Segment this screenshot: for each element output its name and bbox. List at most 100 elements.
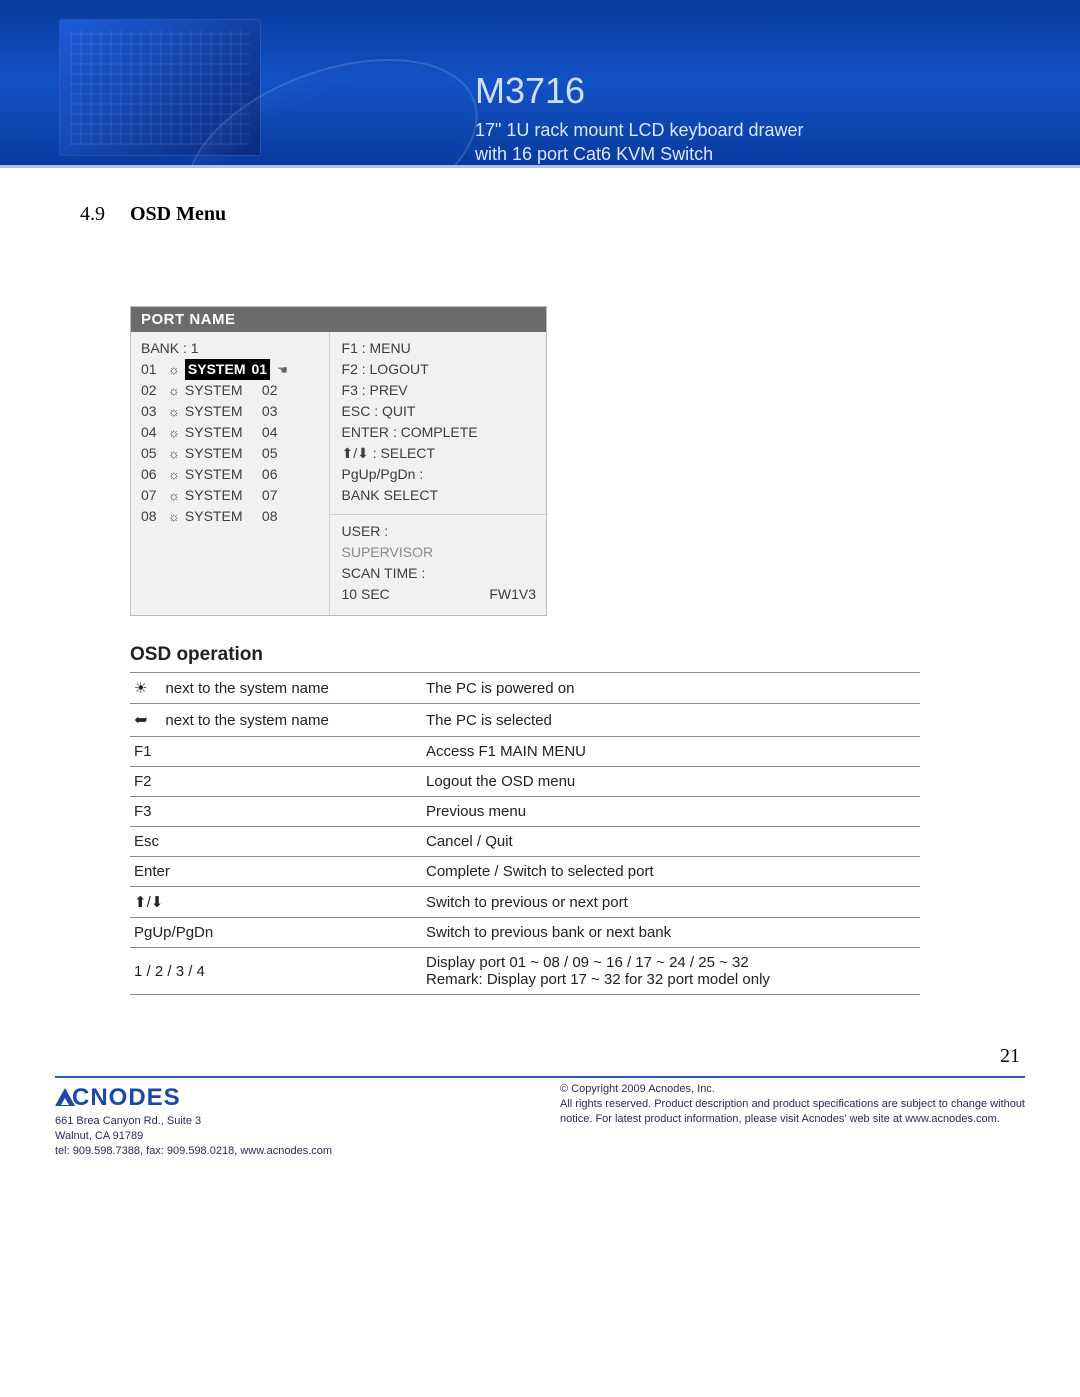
footer: CNODES 661 Brea Canyon Rd., Suite 3 Waln… [55,1076,1025,1159]
logo-text: CNODES [72,1084,181,1111]
operation-desc: Cancel / Quit [422,827,920,857]
osd-divider [330,514,548,515]
operation-key: 1 / 2 / 3 / 4 [130,948,422,995]
operation-key-text: PgUp/PgDn [134,924,213,941]
port-id: 07 [262,485,284,506]
sun-icon: ☼ [168,444,180,464]
port-number: 05 [141,443,163,464]
table-row: Esc Cancel / Quit [130,827,920,857]
logo-a-icon [55,1088,75,1106]
table-row: 1 / 2 / 3 / 4 Display port 01 ~ 08 / 09 ~… [130,948,920,995]
hand-icon: ☚ [277,361,288,379]
osd-help-line: F1 : MENU [342,338,536,359]
section-title: 4.9 OSD Menu [80,203,1000,226]
footer-legal: All rights reserved. Product description… [560,1097,1025,1127]
operation-key-text: F3 [134,803,152,820]
table-row: next to the system nameThe PC is selecte… [130,704,920,737]
osd-bank-label: BANK : 1 [141,338,321,359]
osd-help-line: BANK SELECT [342,485,536,506]
sun-icon: ☼ [168,402,180,422]
product-model: M3716 [475,70,804,112]
osd-help-line: F3 : PREV [342,380,536,401]
osd-port-row: 05☼SYSTEM05 [141,443,321,464]
operation-key: F2 [130,767,422,797]
osd-help-line: ESC : QUIT [342,401,536,422]
operation-key: PgUp/PgDn [130,918,422,948]
port-name: SYSTEM [185,443,257,464]
osd-user-value: SUPERVISOR [342,542,536,563]
port-id: 03 [262,401,284,422]
osd-help-line: ⬆/⬇ : SELECT [342,443,536,464]
port-name: SYSTEM [185,464,257,485]
operation-desc: Complete / Switch to selected port [422,857,920,887]
section-number: 4.9 [80,203,105,225]
osd-user-label: USER : [342,521,536,542]
operation-key-text: next to the system name [165,712,328,729]
footer-copyright: © Copyright 2009 Acnodes, Inc. [560,1082,1025,1097]
port-number: 08 [141,506,163,527]
section-name: OSD Menu [130,203,226,225]
operation-key-text: 1 / 2 / 3 / 4 [134,963,205,980]
product-subtitle-1: 17" 1U rack mount LCD keyboard drawer [475,118,804,142]
operation-key-text: F1 [134,743,152,760]
operation-desc: Access F1 MAIN MENU [422,737,920,767]
footer-address-1: 661 Brea Canyon Rd., Suite 3 [55,1114,520,1129]
sun-icon [134,680,147,697]
sun-icon: ☼ [168,507,180,527]
operation-key-text: Enter [134,863,170,880]
port-selected: SYSTEM01 [185,359,270,380]
port-number: 04 [141,422,163,443]
footer-contact: tel: 909.598.7388, fax: 909.598.0218, ww… [55,1144,520,1159]
port-number: 03 [141,401,163,422]
port-id: 02 [262,380,284,401]
arrow-up-down-icon: ⬆/⬇ [134,894,163,911]
port-id: 06 [262,464,284,485]
operation-key: next to the system name [130,704,422,737]
sun-icon: ☼ [168,423,180,443]
operation-key: F3 [130,797,422,827]
table-row: Enter Complete / Switch to selected port [130,857,920,887]
osd-port-list: BANK : 1 01☼SYSTEM01☚02☼SYSTEM0203☼SYSTE… [131,332,330,615]
operation-key: ⬆/⬇ [130,887,422,918]
osd-titlebar: PORT NAME [131,307,546,332]
operation-desc: Display port 01 ~ 08 / 09 ~ 16 / 17 ~ 24… [422,948,920,995]
operation-desc: The PC is powered on [422,673,920,704]
osd-firmware: FW1V3 [489,584,536,605]
osd-port-row: 04☼SYSTEM04 [141,422,321,443]
osd-help-line: F2 : LOGOUT [342,359,536,380]
port-name: SYSTEM [185,380,257,401]
operation-desc: Logout the OSD menu [422,767,920,797]
sun-icon: ☼ [168,465,180,485]
operation-key-text: Esc [134,833,159,850]
osd-port-row: 06☼SYSTEM06 [141,464,321,485]
page-number: 21 [0,1005,1080,1068]
port-number: 06 [141,464,163,485]
operation-key: Esc [130,827,422,857]
osd-port-row: 08☼SYSTEM08 [141,506,321,527]
operation-key-text: F2 [134,773,152,790]
sun-icon: ☼ [168,381,180,401]
osd-help-panel: F1 : MENUF2 : LOGOUTF3 : PREVESC : QUITE… [330,332,546,615]
product-subtitle-2: with 16 port Cat6 KVM Switch [475,142,804,165]
osd-port-row: 03☼SYSTEM03 [141,401,321,422]
port-name: SYSTEM [185,422,257,443]
port-number: 07 [141,485,163,506]
operation-heading: OSD operation [130,644,1000,666]
sun-icon: ☼ [168,360,180,380]
operation-desc: Switch to previous bank or next bank [422,918,920,948]
operation-table: next to the system nameThe PC is powered… [130,672,920,995]
footer-logo: CNODES [55,1082,520,1114]
operation-key: next to the system name [130,673,422,704]
port-id: 08 [262,506,284,527]
osd-port-row: 07☼SYSTEM07 [141,485,321,506]
operation-desc: Previous menu [422,797,920,827]
table-row: PgUp/PgDn Switch to previous bank or next… [130,918,920,948]
footer-address-2: Walnut, CA 91789 [55,1129,520,1144]
osd-scan-label: SCAN TIME : [342,563,536,584]
osd-screenshot: PORT NAME BANK : 1 01☼SYSTEM01☚02☼SYSTEM… [130,306,547,616]
port-name: SYSTEM [185,401,257,422]
osd-help-line: PgUp/PgDn : [342,464,536,485]
operation-desc: Switch to previous or next port [422,887,920,918]
port-number: 02 [141,380,163,401]
operation-key: F1 [130,737,422,767]
